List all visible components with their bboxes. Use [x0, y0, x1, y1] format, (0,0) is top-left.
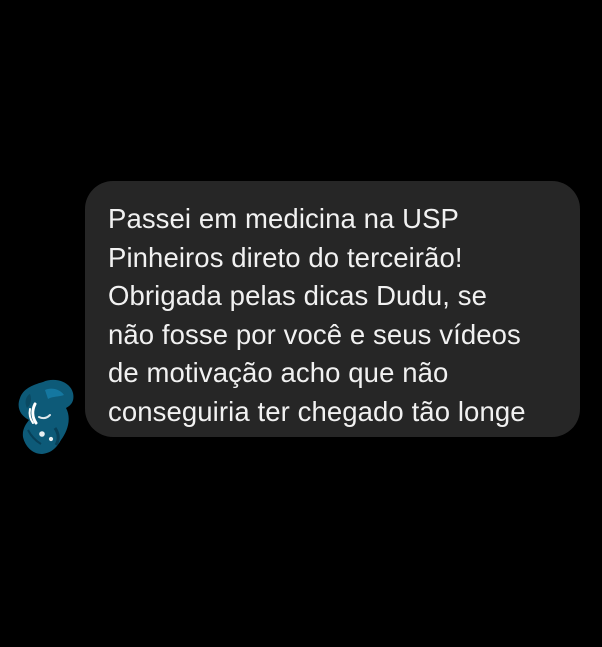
- message-line: não fosse por você e seus vídeos: [108, 318, 521, 350]
- received-message-row: Passei em medicina na USP Pinheiros dire…: [0, 0, 602, 647]
- message-bubble[interactable]: Passei em medicina na USP Pinheiros dire…: [85, 181, 580, 437]
- message-line: conseguiria ter chegado tão longe: [108, 395, 526, 427]
- chat-screen: Passei em medicina na USP Pinheiros dire…: [0, 0, 602, 647]
- message-line: Passei em medicina na USP: [108, 203, 459, 234]
- profile-avatar-icon[interactable]: [12, 374, 76, 456]
- message-line: de motivação acho que não: [108, 357, 449, 389]
- message-line: Pinheiros direto do terceirão!: [108, 241, 463, 273]
- message-line: Obrigada pelas dicas Dudu, se: [108, 280, 487, 312]
